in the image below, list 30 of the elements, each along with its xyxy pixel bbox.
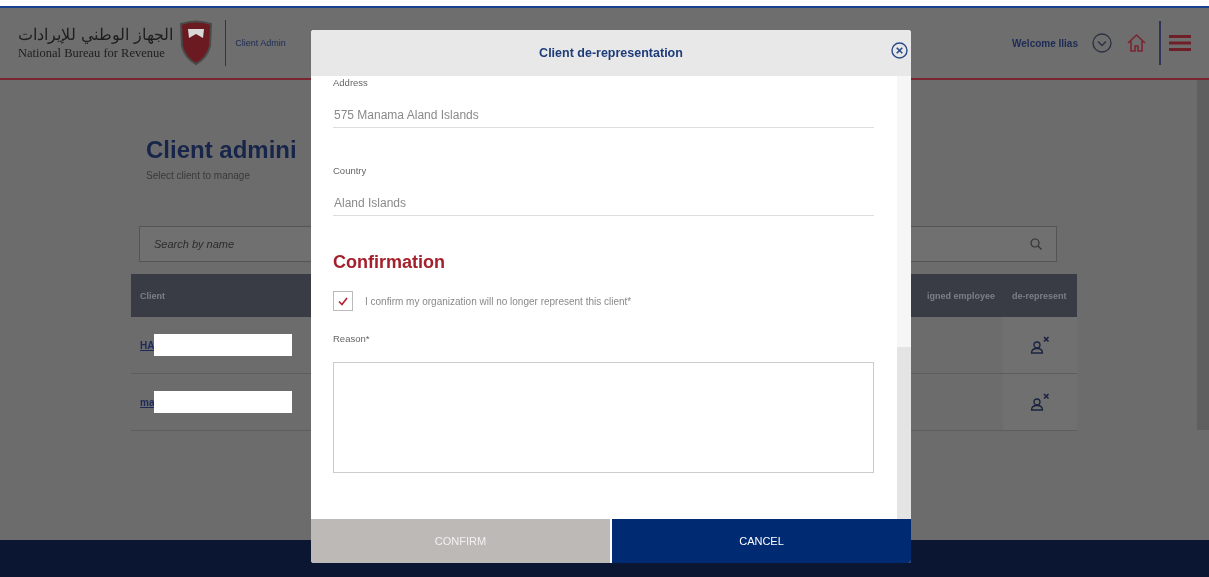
column-header: Client <box>131 274 311 317</box>
field-label: Country <box>333 165 367 176</box>
reason-field[interactable] <box>333 362 874 473</box>
menu-icon[interactable] <box>1169 34 1191 52</box>
close-icon[interactable] <box>891 42 908 59</box>
field-value: Aland Islands <box>333 176 874 216</box>
column-header: de-represent <box>1003 274 1077 317</box>
client-link[interactable]: HA <box>140 339 155 351</box>
chevron-down-icon[interactable] <box>1092 33 1112 53</box>
page-scrollbar[interactable] <box>1197 80 1209 430</box>
field-label: Address <box>333 77 368 88</box>
section-heading: Confirmation <box>333 252 445 273</box>
welcome-text: Welcome Ilias <box>1012 37 1078 49</box>
page-title: Client admini <box>146 136 297 164</box>
dialog-title: Client de-representation <box>539 46 683 60</box>
scrollbar-thumb[interactable] <box>897 347 911 519</box>
search-icon[interactable] <box>1030 238 1042 250</box>
section-link[interactable]: Client Admin <box>235 38 286 48</box>
logo-english-text: National Bureau for Revenue <box>18 45 166 61</box>
field-label: Reason* <box>333 333 370 344</box>
logo-arabic-text: الجهاز الوطني للإيرادات <box>18 25 174 45</box>
checkbox-label: I confirm my organization will no longer represent this client* <box>365 295 632 307</box>
remove-user-icon[interactable] <box>1030 336 1050 354</box>
checkbox[interactable] <box>333 291 353 311</box>
remove-user-icon[interactable] <box>1030 393 1050 411</box>
client-link[interactable]: ma <box>140 396 155 408</box>
field-value: 575 Manama Aland Islands <box>333 88 874 128</box>
check-icon <box>338 296 348 306</box>
cancel-button[interactable]: CANCEL <box>610 519 911 563</box>
home-icon[interactable] <box>1126 33 1147 53</box>
